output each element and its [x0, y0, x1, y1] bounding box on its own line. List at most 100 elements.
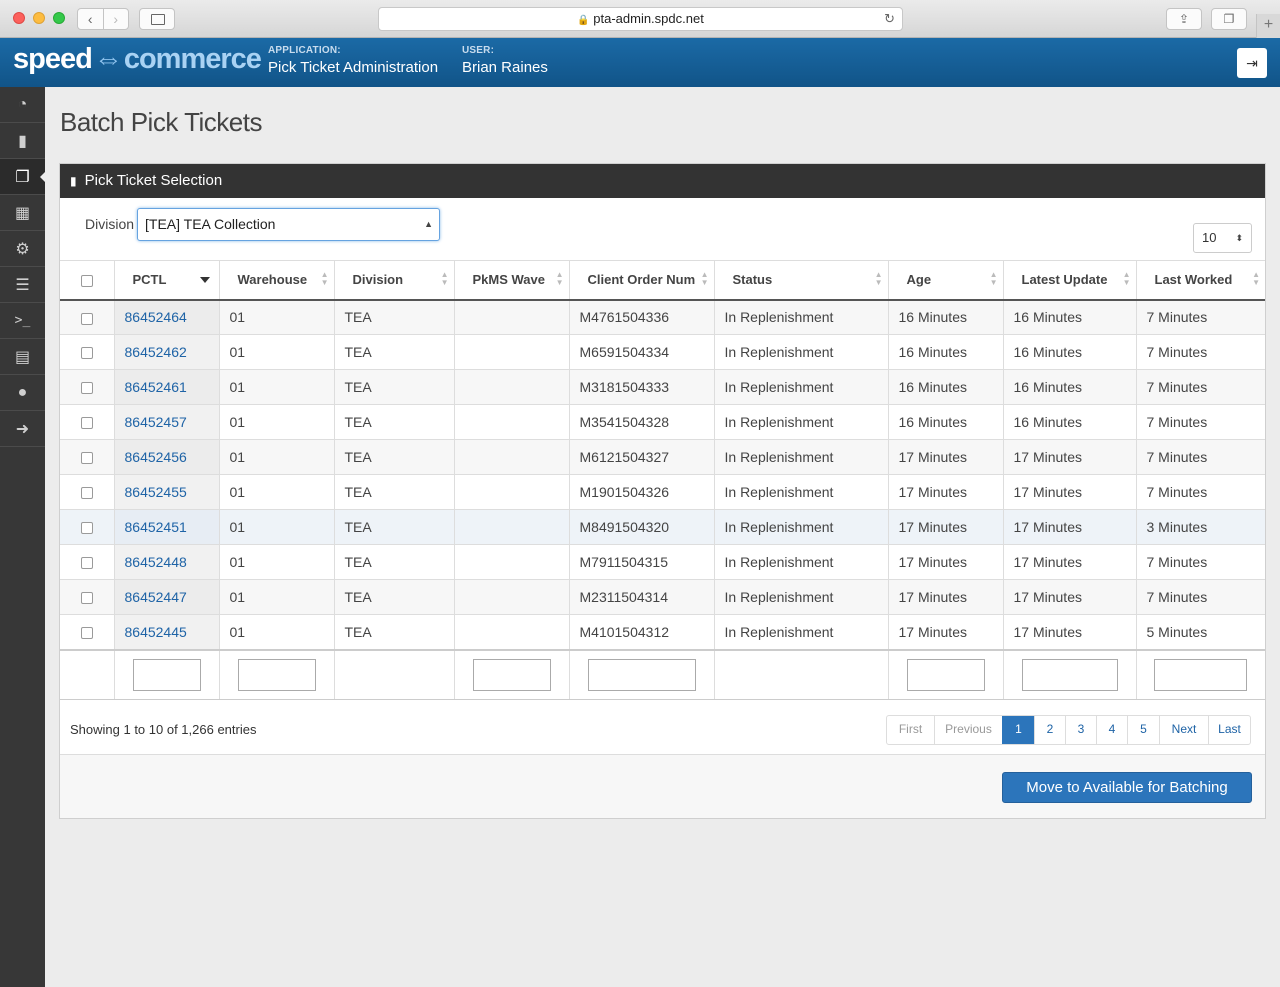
- table-row[interactable]: 86452462 01 TEA M6591504334 In Replenishment…: [60, 334, 1265, 370]
- pager-first[interactable]: First: [887, 716, 934, 744]
- filter-input-latest-update[interactable]: [1021, 658, 1118, 691]
- back-icon[interactable]: ‹: [78, 9, 103, 29]
- nav-cogs[interactable]: ⚙: [0, 231, 45, 267]
- table-row[interactable]: 86452456 01 TEA M6121504327 In Replenishment…: [60, 439, 1265, 475]
- row-checkbox[interactable]: [80, 312, 93, 325]
- select-all-checkbox[interactable]: [80, 274, 93, 287]
- table-row[interactable]: 86452461 01 TEA M3181504333 In Replenishment…: [60, 369, 1265, 405]
- row-checkbox[interactable]: [80, 522, 93, 535]
- reload-icon[interactable]: ↻: [884, 8, 895, 30]
- division-select[interactable]: [TEA] TEA Collection ▲: [137, 208, 440, 241]
- pctl-link[interactable]: 86452455: [125, 484, 187, 500]
- user-value: Brian Raines: [462, 59, 548, 76]
- row-checkbox[interactable]: [80, 382, 93, 395]
- column-header-pctl[interactable]: PCTL: [114, 260, 220, 301]
- division-cell: TEA: [334, 614, 455, 650]
- pager-last[interactable]: Last: [1208, 716, 1250, 744]
- row-checkbox[interactable]: [80, 452, 93, 465]
- pager-page-5[interactable]: 5: [1127, 716, 1159, 744]
- table-row[interactable]: 86452464 01 TEA M4761504336 In Replenishment…: [60, 299, 1265, 335]
- filter-input-pctl[interactable]: [132, 658, 201, 691]
- close-window-button[interactable]: [13, 12, 25, 24]
- nav-dashboard[interactable]: ◔: [0, 87, 45, 123]
- column-header-warehouse[interactable]: Warehouse ▲ ▼: [219, 260, 335, 301]
- row-select-cell: [60, 579, 115, 615]
- pctl-link[interactable]: 86452445: [125, 624, 187, 640]
- pctl-link[interactable]: 86452457: [125, 414, 187, 430]
- address-bar[interactable]: 🔒 pta-admin.spdc.net ↻: [378, 7, 903, 31]
- warehouse-cell: 01: [219, 334, 335, 370]
- zoom-window-button[interactable]: [53, 12, 65, 24]
- pager-next[interactable]: Next: [1159, 716, 1208, 744]
- pctl-link[interactable]: 86452461: [125, 379, 187, 395]
- nav-file[interactable]: ▮: [0, 123, 45, 159]
- row-checkbox[interactable]: [80, 347, 93, 360]
- table-row[interactable]: 86452455 01 TEA M1901504326 In Replenishment…: [60, 474, 1265, 510]
- filter-input-warehouse[interactable]: [237, 658, 316, 691]
- column-header-last-worked[interactable]: Last Worked ▲ ▼: [1136, 260, 1265, 301]
- column-header-age[interactable]: Age ▲ ▼: [888, 260, 1004, 301]
- division-cell: TEA: [334, 509, 455, 545]
- share-icon[interactable]: ⇪: [1166, 8, 1202, 30]
- row-checkbox[interactable]: [80, 557, 93, 570]
- pager-page-4[interactable]: 4: [1096, 716, 1127, 744]
- table-row[interactable]: 86452447 01 TEA M2311504314 In Replenishment…: [60, 579, 1265, 615]
- filter-input-pkms-wave[interactable]: [472, 658, 551, 691]
- pager-page-2[interactable]: 2: [1034, 716, 1065, 744]
- page-length-select[interactable]: 10 ⬍: [1193, 223, 1252, 253]
- last-worked-cell: 7 Minutes: [1136, 439, 1265, 475]
- logout-button[interactable]: ⇥: [1237, 48, 1267, 78]
- minimize-window-button[interactable]: [33, 12, 45, 24]
- pctl-link[interactable]: 86452451: [125, 519, 187, 535]
- age-cell: 17 Minutes: [888, 509, 1004, 545]
- pctl-link[interactable]: 86452448: [125, 554, 187, 570]
- nav-document[interactable]: ▤: [0, 339, 45, 375]
- table-row[interactable]: 86452448 01 TEA M7911504315 In Replenishment…: [60, 544, 1265, 580]
- pager-page-1[interactable]: 1: [1002, 716, 1034, 744]
- nav-exit[interactable]: ➜: [0, 411, 45, 447]
- pkms-wave-cell: [454, 334, 570, 370]
- sidebar-toggle-icon[interactable]: [139, 8, 175, 30]
- pctl-link[interactable]: 86452456: [125, 449, 187, 465]
- pctl-link[interactable]: 86452462: [125, 344, 187, 360]
- filter-input-client-order-num[interactable]: [587, 658, 696, 691]
- nav-terminal[interactable]: >_: [0, 303, 45, 339]
- move-to-available-button[interactable]: Move to Available for Batching: [1002, 772, 1252, 803]
- table-row[interactable]: 86452457 01 TEA M3541504328 In Replenishment…: [60, 404, 1265, 440]
- age-cell: 17 Minutes: [888, 474, 1004, 510]
- filter-input-age[interactable]: [906, 658, 985, 691]
- column-header-client-order-num[interactable]: Client Order Num ▲ ▼: [569, 260, 715, 301]
- select-arrows-icon: ▲: [424, 219, 433, 229]
- pctl-link[interactable]: 86452464: [125, 309, 187, 325]
- filter-input-last-worked[interactable]: [1154, 658, 1248, 691]
- row-checkbox[interactable]: [80, 417, 93, 430]
- column-header-latest-update[interactable]: Latest Update ▲ ▼: [1003, 260, 1137, 301]
- forward-icon[interactable]: ›: [102, 9, 129, 29]
- row-checkbox[interactable]: [80, 592, 93, 605]
- column-header-pkms-wave[interactable]: PkMS Wave ▲ ▼: [454, 260, 570, 301]
- nav-user[interactable]: ●: [0, 375, 45, 411]
- sort-icon: ▲ ▼: [1252, 270, 1260, 287]
- speed-commerce-logo[interactable]: speed⇔commerce: [13, 43, 262, 76]
- division-cell: TEA: [334, 474, 455, 510]
- row-checkbox[interactable]: [80, 487, 93, 500]
- user-label: USER:: [462, 45, 495, 56]
- building-icon: ▦: [14, 204, 31, 222]
- tabs-icon[interactable]: ❐: [1211, 8, 1247, 30]
- column-header-status[interactable]: Status ▲ ▼: [714, 260, 889, 301]
- sign-out-icon: ⇥: [1246, 55, 1258, 71]
- table-row[interactable]: 86452451 01 TEA M8491504320 In Replenishment…: [60, 509, 1265, 545]
- pager-previous[interactable]: Previous: [934, 716, 1002, 744]
- pctl-link[interactable]: 86452447: [125, 589, 187, 605]
- column-header-division[interactable]: Division ▲ ▼: [334, 260, 455, 301]
- nav-files[interactable]: ❐: [0, 159, 46, 195]
- row-checkbox[interactable]: [80, 627, 93, 640]
- new-tab-icon[interactable]: +: [1256, 14, 1280, 38]
- nav-server[interactable]: ☰: [0, 267, 45, 303]
- nav-building[interactable]: ▦: [0, 195, 45, 231]
- status-cell: In Replenishment: [714, 544, 889, 580]
- table-row[interactable]: 86452445 01 TEA M4101504312 In Replenishment…: [60, 614, 1265, 650]
- age-cell: 16 Minutes: [888, 334, 1004, 370]
- history-nav: ‹ ›: [77, 8, 129, 30]
- pager-page-3[interactable]: 3: [1065, 716, 1096, 744]
